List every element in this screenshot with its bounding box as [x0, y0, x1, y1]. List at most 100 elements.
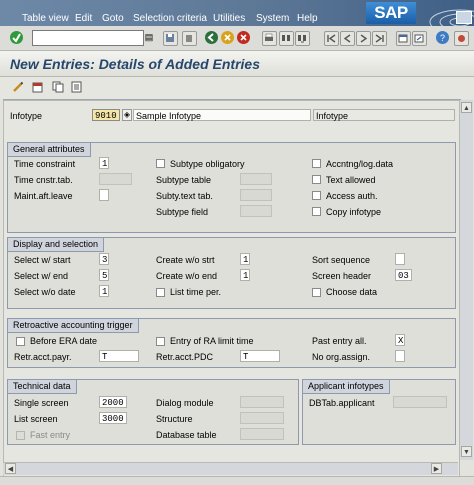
select-wo-date-field[interactable]: 1 [99, 285, 109, 297]
screen-header-field[interactable]: 03 [395, 269, 412, 281]
copy-infotype-checkbox[interactable] [312, 207, 321, 216]
list-screen-field[interactable]: 3000 [99, 412, 127, 424]
subtype-obligatory-checkbox[interactable] [156, 159, 165, 168]
menu-goto[interactable]: Goto [102, 13, 124, 24]
delete-entry-icon[interactable] [71, 81, 83, 93]
next-page-icon[interactable] [356, 31, 371, 46]
create-wo-end-field[interactable]: 1 [240, 269, 250, 281]
display-change-icon[interactable] [12, 81, 24, 93]
text-allowed-checkbox[interactable] [312, 175, 321, 184]
menu-utilities[interactable]: Utilities [213, 13, 245, 24]
first-page-icon[interactable] [324, 31, 339, 46]
scroll-right-icon[interactable]: ▶ [431, 463, 442, 474]
title-bar: New Entries: Details of Added Entries [0, 51, 474, 77]
menu-selection-criteria[interactable]: Selection criteria [133, 13, 207, 24]
display-selection-title: Display and selection [7, 237, 105, 252]
infotype-code-field[interactable]: 9010 [92, 109, 120, 121]
back-icon[interactable] [205, 31, 218, 44]
select-start-field[interactable]: 3 [99, 253, 109, 265]
search-help-icon[interactable]: ◈ [122, 109, 132, 121]
applicant-infotypes-group: Applicant infotypes DBTab.applicant [302, 379, 456, 445]
last-page-icon[interactable] [372, 31, 387, 46]
subty-text-tab-field[interactable] [240, 189, 272, 201]
dbtab-applicant-label: DBTab.applicant [309, 398, 375, 408]
vertical-scrollbar[interactable]: ▲ ▼ [459, 100, 473, 460]
retr-pdc-field[interactable]: T [240, 350, 280, 362]
choose-data-label: Choose data [326, 287, 378, 297]
previous-page-icon[interactable] [340, 31, 355, 46]
customize-layout-icon[interactable] [454, 31, 469, 46]
save-icon[interactable] [163, 31, 178, 46]
list-time-per-label: List time per. [170, 287, 222, 297]
print-icon[interactable] [262, 31, 277, 46]
before-era-checkbox[interactable] [16, 337, 25, 346]
structure-field[interactable] [240, 412, 284, 424]
application-toolbar [0, 77, 474, 99]
access-auth-checkbox[interactable] [312, 191, 321, 200]
retroactive-group: Retroactive accounting trigger Before ER… [7, 318, 456, 368]
dialog-module-field[interactable] [240, 396, 284, 408]
menu-bar: Table view Edit Goto Selection criteria … [0, 0, 474, 26]
shortcut-icon[interactable] [412, 31, 427, 46]
choose-data-checkbox[interactable] [312, 288, 321, 297]
screen-header-label: Screen header [312, 271, 372, 281]
menu-table-view[interactable]: Table view [22, 13, 69, 24]
accntng-checkbox[interactable] [312, 159, 321, 168]
select-end-field[interactable]: 5 [99, 269, 109, 281]
accntng-label: Accntng/log.data [326, 159, 394, 169]
svg-text:?: ? [440, 33, 445, 43]
menu-edit[interactable]: Edit [75, 13, 92, 24]
before-era-label: Before ERA date [30, 336, 98, 346]
select-start-label: Select w/ start [14, 255, 71, 265]
horizontal-scrollbar[interactable]: ◀ ▶ [3, 462, 458, 475]
enter-icon[interactable] [10, 31, 23, 44]
time-constraint-field[interactable]: 1 [99, 157, 109, 169]
create-wo-end-label: Create w/o end [156, 271, 218, 281]
new-session-icon[interactable] [396, 31, 411, 46]
new-entries-icon[interactable] [32, 81, 44, 93]
general-attributes-group: General attributes Time constraint 1 Tim… [7, 142, 456, 233]
entry-ra-checkbox[interactable] [156, 337, 165, 346]
create-wo-strt-field[interactable]: 1 [240, 253, 250, 265]
help-icon[interactable]: ? [436, 31, 449, 44]
subtype-obligatory-label: Subtype obligatory [170, 159, 245, 169]
scroll-down-icon[interactable]: ▼ [461, 446, 472, 457]
maint-aft-leave-label: Maint.aft.leave [14, 191, 73, 201]
copy-as-icon[interactable] [52, 81, 64, 93]
window-info-icon[interactable] [456, 11, 472, 24]
work-area: Infotype 9010 ◈ Sample Infotype Infotype… [3, 100, 460, 482]
list-time-per-checkbox[interactable] [156, 288, 165, 297]
find-icon[interactable] [279, 31, 294, 46]
infotype-label: Infotype [10, 111, 43, 121]
find-next-icon[interactable] [295, 31, 310, 46]
scroll-left-icon[interactable]: ◀ [5, 463, 16, 474]
dbtab-applicant-field[interactable] [393, 396, 447, 408]
access-auth-label: Access auth. [326, 191, 378, 201]
menu-system[interactable]: System [256, 13, 289, 24]
retr-payr-label: Retr.acct.payr. [14, 352, 72, 362]
trash-icon[interactable] [182, 31, 197, 46]
single-screen-label: Single screen [14, 398, 69, 408]
time-cnstr-tab-field[interactable] [99, 173, 132, 185]
structure-label: Structure [156, 414, 193, 424]
database-table-field[interactable] [240, 428, 284, 440]
maint-aft-leave-field[interactable] [99, 189, 109, 201]
cancel-icon[interactable] [237, 31, 250, 44]
database-table-label: Database table [156, 430, 217, 440]
fast-entry-checkbox[interactable] [16, 431, 25, 440]
exit-icon[interactable] [221, 31, 234, 44]
retr-payr-field[interactable]: T [99, 350, 139, 362]
time-cnstr-tab-label: Time cnstr.tab. [14, 175, 73, 185]
infotype-object-field: Infotype [313, 109, 455, 121]
past-entry-field[interactable]: X [395, 334, 405, 346]
scroll-up-icon[interactable]: ▲ [461, 102, 472, 113]
entry-ra-label: Entry of RA limit time [170, 336, 254, 346]
subtype-field-field[interactable] [240, 205, 272, 217]
subtype-table-field[interactable] [240, 173, 272, 185]
command-field[interactable] [32, 30, 144, 46]
menu-help[interactable]: Help [297, 13, 318, 24]
sort-sequence-field[interactable] [395, 253, 405, 265]
single-screen-field[interactable]: 2000 [99, 396, 127, 408]
command-history-icon[interactable]: ▤ [144, 31, 154, 43]
no-org-assign-field[interactable] [395, 350, 405, 362]
